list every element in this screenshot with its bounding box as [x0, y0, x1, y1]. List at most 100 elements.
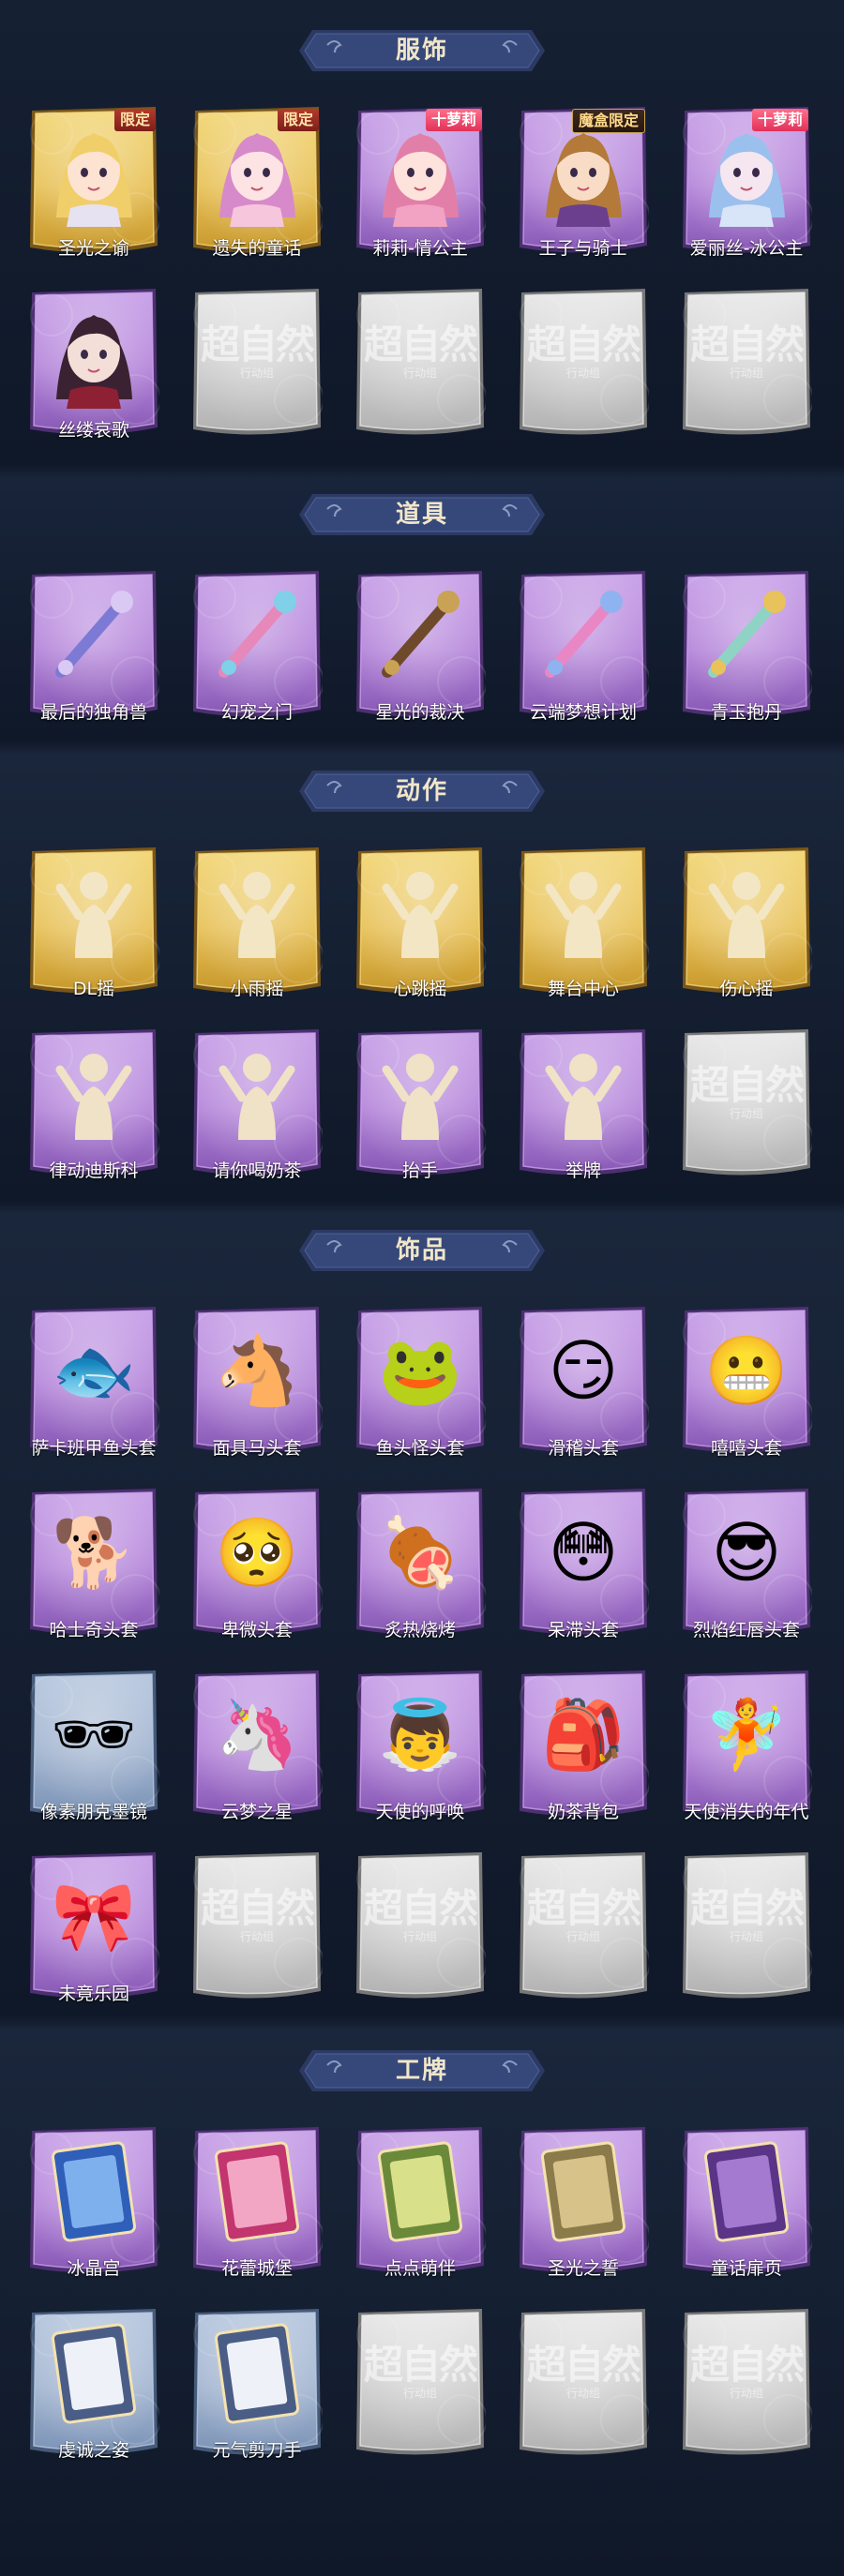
item-tile[interactable]: 🐟 萨卡班甲鱼头套 [28, 1305, 159, 1466]
item-tile[interactable]: 👼 天使的呼唤 [354, 1669, 486, 1830]
locked-item-tile[interactable]: 超自然 行动组 [354, 287, 486, 448]
grin-face-mask-icon-glyph: 😬 [704, 1331, 789, 1410]
item-tile[interactable]: 🐕 哈士奇头套 [28, 1487, 159, 1648]
item-tile[interactable]: 限定 圣光之谕 [28, 105, 159, 266]
locked-item-tile[interactable]: 超自然 行动组 [518, 2307, 649, 2468]
locked-item-tile[interactable]: 超自然 行动组 [354, 1850, 486, 2012]
devout-silhouette-card-icon [28, 2307, 159, 2438]
milk-tea-bag-icon: 🎒 [518, 1669, 649, 1800]
item-tile[interactable]: 🐴 面具马头套 [191, 1305, 323, 1466]
locked-item-tile[interactable]: 超自然 行动组 [681, 287, 812, 448]
item-tile[interactable]: 云端梦想计划 [518, 569, 649, 730]
item-tile[interactable]: 请你喝奶茶 [191, 1027, 323, 1189]
item-tile[interactable]: 😳 呆滞头套 [518, 1487, 649, 1648]
dance-pose-icon [28, 846, 159, 977]
placeholder-logo: 超自然 [363, 1884, 478, 1931]
item-tile[interactable]: 🕶 像素朋克墨镜 [28, 1669, 159, 1830]
item-label: 莉莉-情公主 [372, 238, 468, 259]
item-tile[interactable]: 星光的裁决 [354, 569, 486, 730]
locked-placeholder: 超自然 行动组 [681, 2307, 812, 2438]
locked-item-tile[interactable]: 超自然 行动组 [518, 1850, 649, 2012]
locked-item-tile[interactable]: 超自然 行动组 [681, 1027, 812, 1189]
item-tile[interactable]: 童话扉页 [681, 2125, 812, 2286]
item-tile[interactable]: 🦄 云梦之星 [191, 1669, 323, 1830]
unicorn-sword-icon [28, 569, 159, 700]
item-label: 呆滞头套 [547, 1620, 619, 1640]
fairy-page-card-icon [681, 2125, 812, 2256]
item-tile[interactable]: 🎒 奶茶背包 [518, 1669, 649, 1830]
item-tile[interactable]: 抬手 [354, 1027, 486, 1189]
pikachu-lips-mask-icon-glyph: 😎 [711, 1513, 782, 1592]
humble-face-mask-icon-glyph: 🥺 [215, 1513, 299, 1592]
horse-head-mask-icon: 🐴 [191, 1305, 323, 1436]
heart-hands-pose-icon [681, 846, 812, 977]
item-tile[interactable]: 丝缕哀歌 [28, 287, 159, 448]
item-tile[interactable]: DL摇 [28, 846, 159, 1007]
peace-sign-silhouette-card-icon [191, 2307, 323, 2438]
item-label: 律动迪斯科 [49, 1161, 139, 1181]
item-tile[interactable]: 😎 烈焰红唇头套 [681, 1487, 812, 1648]
item-tile[interactable]: 舞台中心 [518, 846, 649, 1007]
item-label: 点点萌伴 [384, 2258, 456, 2279]
funny-face-mask-icon: 😏 [518, 1305, 649, 1436]
holy-oath-card-icon [518, 2125, 649, 2256]
section-title: 道具 [395, 501, 448, 529]
item-tile[interactable]: 十萝莉 莉莉-情公主 [354, 105, 486, 266]
center-stage-pose-icon [518, 846, 649, 977]
item-label: 鱼头怪头套 [375, 1438, 465, 1459]
item-tile[interactable]: 虔诚之姿 [28, 2307, 159, 2468]
locked-item-tile[interactable]: 超自然 行动组 [681, 1850, 812, 2012]
item-label: 童话扉页 [710, 2258, 782, 2279]
locked-placeholder: 超自然 行动组 [354, 1850, 486, 1982]
item-label: 最后的独角兽 [39, 702, 147, 723]
item-tile[interactable]: 冰晶宫 [28, 2125, 159, 2286]
item-tile[interactable]: 最后的独角兽 [28, 569, 159, 730]
item-label: 心跳摇 [393, 979, 447, 999]
item-label: DL摇 [72, 979, 115, 999]
item-label: 萨卡班甲鱼头套 [31, 1438, 157, 1459]
item-tile[interactable]: 🧚 天使消失的年代 [681, 1669, 812, 1830]
item-tile[interactable]: 🐸 鱼头怪头套 [354, 1305, 486, 1466]
item-label: 举牌 [565, 1161, 601, 1181]
placeholder-logo: 超自然 [526, 2341, 641, 2388]
locked-item-tile[interactable]: 超自然 行动组 [191, 287, 323, 448]
pixel-sunglasses-icon: 🕶 [28, 1669, 159, 1800]
limited-badge: 魔盒限定 [571, 109, 645, 133]
item-tile[interactable]: 😬 嘻嘻头套 [681, 1305, 812, 1466]
locked-placeholder: 超自然 行动组 [681, 1027, 812, 1159]
item-tile[interactable]: 举牌 [518, 1027, 649, 1189]
item-tile[interactable]: 心跳摇 [354, 846, 486, 1007]
placeholder-logo: 超自然 [363, 2341, 478, 2388]
angel-doll-icon: 🧚 [681, 1669, 812, 1800]
item-tile[interactable]: 🍖 炙热烧烤 [354, 1487, 486, 1648]
item-label: 嘻嘻头套 [710, 1438, 782, 1459]
item-tile[interactable]: 律动迪斯科 [28, 1027, 159, 1189]
item-tile[interactable]: 伤心摇 [681, 846, 812, 1007]
item-tile[interactable]: 十萝莉 爱丽丝-冰公主 [681, 105, 812, 266]
item-label: 天使消失的年代 [684, 1802, 809, 1822]
item-tile[interactable]: 点点萌伴 [354, 2125, 486, 2286]
item-tile[interactable]: 青玉抱丹 [681, 569, 812, 730]
section-banner: 服饰 [299, 28, 545, 73]
dance-pose-icon [191, 846, 323, 977]
item-tile[interactable]: 花蕾城堡 [191, 2125, 323, 2286]
item-tile[interactable]: 😏 滑稽头套 [518, 1305, 649, 1466]
item-label: 伤心摇 [719, 979, 774, 999]
locked-placeholder: 超自然 行动组 [354, 287, 486, 418]
item-tile[interactable]: 🥺 卑微头套 [191, 1487, 323, 1648]
item-tile[interactable]: 元气剪刀手 [191, 2307, 323, 2468]
item-tile[interactable]: 圣光之誓 [518, 2125, 649, 2286]
paradise-doll-icon-glyph: 🎀 [52, 1877, 136, 1955]
dark-hair-girl-portrait [28, 287, 159, 418]
item-tile[interactable]: 幻宠之门 [191, 569, 323, 730]
locked-item-tile[interactable]: 超自然 行动组 [354, 2307, 486, 2468]
item-tile[interactable]: 🎀 未竟乐园 [28, 1850, 159, 2012]
locked-item-tile[interactable]: 超自然 行动组 [518, 287, 649, 448]
item-label: 圣光之谕 [57, 238, 129, 259]
item-tile[interactable]: 小雨摇 [191, 846, 323, 1007]
section-banner: 动作 [299, 769, 545, 814]
item-tile[interactable]: 魔盒限定 王子与骑士 [518, 105, 649, 266]
item-tile[interactable]: 限定 遗失的童话 [191, 105, 323, 266]
locked-item-tile[interactable]: 超自然 行动组 [681, 2307, 812, 2468]
locked-item-tile[interactable]: 超自然 行动组 [191, 1850, 323, 2012]
